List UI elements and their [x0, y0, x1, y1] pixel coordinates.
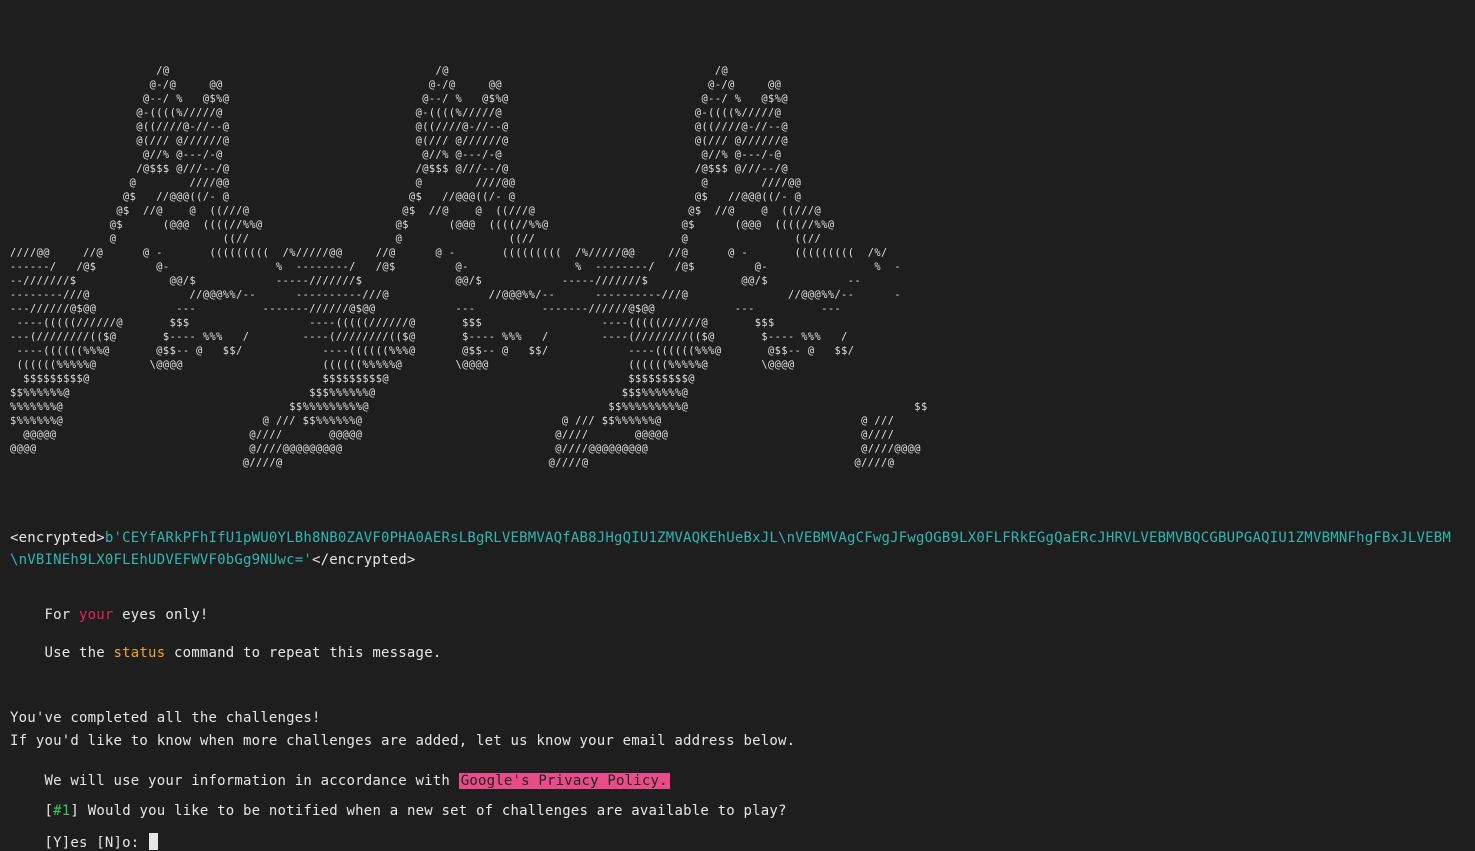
prompt-line[interactable]: [Y]es [N]o: [10, 815, 159, 851]
status-hint-before: Use the [44, 645, 114, 661]
completed-line: You've completed all the challenges! [10, 710, 321, 726]
ascii-art-banner: /@ /@ /@ @-/@ @@ @-/@ @@ @-/@ @@ @--/ % … [10, 65, 928, 469]
yes-no-prompt: [Y]es [N]o: [44, 835, 149, 851]
status-hint-line: Use the status command to repeat this me… [10, 626, 442, 680]
eyes-only-before: For [44, 607, 80, 623]
status-hint-after: command to repeat this message. [165, 645, 442, 661]
notify-line: If you'd like to know when more challeng… [10, 733, 796, 749]
question-text: Would you like to be notified when a new… [79, 803, 787, 819]
eyes-only-after: eyes only! [113, 607, 209, 623]
eyes-only-highlight: your [79, 607, 114, 623]
text-cursor[interactable] [149, 833, 159, 850]
status-command: status [113, 645, 166, 661]
encrypted-open-tag: <encrypted> [10, 530, 105, 546]
encrypted-value: b'CEYfARkPFhIfU1pWU0YLBh8NB0ZAVF0PHA0AER… [10, 530, 1452, 568]
encrypted-close-tag: </encrypted> [312, 552, 416, 568]
terminal-window: /@ /@ /@ @-/@ @@ @-/@ @@ @-/@ @@ @--/ % … [0, 0, 1475, 851]
encrypted-message: <encrypted>b'CEYfARkPFhIfU1pWU0YLBh8NB0Z… [10, 527, 1465, 571]
